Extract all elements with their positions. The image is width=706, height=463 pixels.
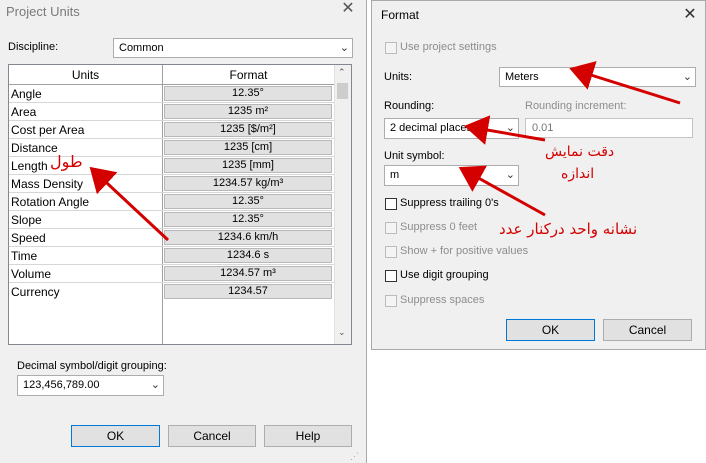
annotation-length: طول bbox=[50, 152, 83, 171]
units-arrow bbox=[569, 61, 681, 105]
rounding-arrow bbox=[464, 115, 546, 145]
length-arrow bbox=[89, 166, 170, 242]
unit-symbol-arrow bbox=[458, 165, 546, 217]
annotation-unit-symbol: نشانه واحد درکنار عدد bbox=[499, 220, 638, 238]
annotation-precision-line1: دقت نمایش bbox=[545, 144, 615, 160]
annotation-precision-line2: اندازه bbox=[561, 166, 595, 182]
